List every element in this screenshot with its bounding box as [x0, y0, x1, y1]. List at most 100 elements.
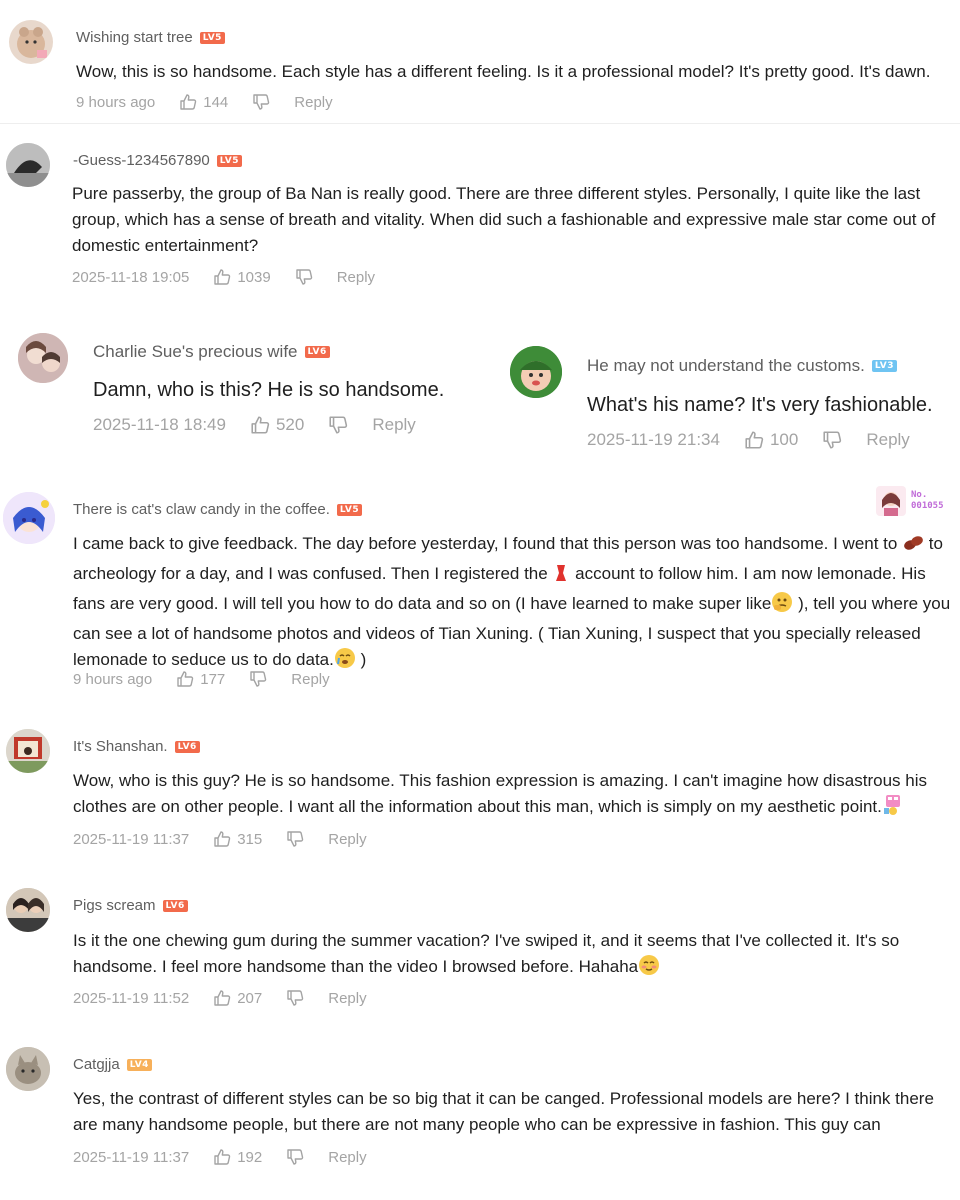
like-count: 520: [275, 415, 305, 434]
thumbs-down-icon: [286, 1148, 304, 1166]
comment-meta: 2025-11-19 11:37 315 Reply: [73, 830, 367, 848]
like-button[interactable]: 1039: [213, 268, 271, 286]
timestamp: 2025-11-18 19:05: [72, 268, 190, 286]
reply-button[interactable]: Reply: [328, 1149, 366, 1166]
reply-button[interactable]: Reply: [328, 831, 366, 848]
reply-button[interactable]: Reply: [372, 415, 415, 435]
username[interactable]: Pigs scream LV6: [73, 897, 188, 914]
avatar[interactable]: [510, 346, 562, 398]
level-badge: LV5: [336, 503, 363, 516]
like-button[interactable]: 207: [213, 989, 262, 1007]
username[interactable]: Charlie Sue's precious wife LV6: [93, 342, 330, 362]
level-badge: LV6: [174, 740, 200, 753]
sticker-emoji-icon: [882, 794, 904, 824]
timestamp: 2025-11-19 11:37: [73, 1148, 190, 1166]
like-count: 177: [200, 670, 226, 688]
username[interactable]: -Guess-1234567890 LV5: [73, 152, 242, 169]
level-badge: LV6: [162, 899, 188, 912]
reply-button[interactable]: Reply: [291, 671, 329, 688]
timestamp: 9 hours ago: [73, 670, 153, 688]
thumbs-up-icon: [213, 989, 231, 1007]
divider: [0, 123, 960, 124]
thumbs-down-icon: [295, 268, 313, 286]
reply-button[interactable]: Reply: [866, 430, 909, 450]
thumbs-down-icon: [286, 989, 304, 1007]
thumbs-up-icon: [250, 415, 270, 435]
thumbs-up-icon: [213, 1148, 231, 1166]
dislike-button[interactable]: [252, 93, 270, 111]
like-count: 315: [237, 830, 263, 848]
thumbs-down-icon: [822, 430, 842, 450]
comment-text: Pure passerby, the group of Ba Nan is re…: [72, 184, 936, 255]
like-count: 192: [237, 1148, 263, 1166]
level-badge: LV6: [304, 346, 330, 358]
red-book-app-icon: [552, 563, 570, 591]
like-button[interactable]: 315: [213, 830, 262, 848]
comment-meta: 2025-11-19 11:37 192 Reply: [73, 1148, 367, 1166]
username[interactable]: It's Shanshan. LV6: [73, 738, 200, 755]
blushing-face-emoji-icon: [638, 954, 660, 984]
dislike-button[interactable]: [328, 415, 348, 435]
like-button[interactable]: 192: [213, 1148, 262, 1166]
crying-face-emoji-icon: [334, 647, 356, 677]
thumbs-up-icon: [744, 430, 764, 450]
comment-text: I came back to give feedback. The day be…: [73, 531, 957, 677]
fan-badge-number: No. 001055: [911, 490, 944, 511]
thumbs-down-icon: [328, 415, 348, 435]
level-badge: LV5: [216, 154, 242, 167]
avatar[interactable]: [6, 143, 50, 187]
like-button[interactable]: 177: [176, 670, 225, 688]
like-button[interactable]: 100: [744, 430, 798, 450]
comment-text: What's his name? It's very fashionable.: [587, 394, 933, 416]
comment-text: Damn, who is this? He is so handsome.: [93, 379, 445, 401]
thumbs-up-icon: [176, 670, 194, 688]
like-count: 207: [237, 989, 263, 1007]
timestamp: 2025-11-19 11:37: [73, 830, 190, 848]
fan-badge-avatar: [876, 486, 906, 516]
avatar[interactable]: [6, 888, 50, 932]
timestamp: 2025-11-18 18:49: [93, 415, 226, 434]
avatar[interactable]: [6, 729, 50, 773]
thumbs-down-icon: [249, 670, 267, 688]
avatar[interactable]: [6, 1047, 50, 1091]
avatar[interactable]: [18, 333, 68, 383]
username[interactable]: There is cat's claw candy in the coffee.…: [73, 501, 363, 518]
comment-meta: 2025-11-18 18:49 520 Reply: [93, 415, 416, 435]
thumbs-up-icon: [213, 830, 231, 848]
comment-text: Wow, who is this guy? He is so handsome.…: [73, 768, 959, 824]
dislike-button[interactable]: [286, 830, 304, 848]
level-badge: LV3: [871, 360, 898, 372]
dislike-button[interactable]: [295, 268, 313, 286]
level-badge: LV4: [126, 1058, 152, 1071]
dislike-button[interactable]: [249, 670, 267, 688]
dislike-button[interactable]: [286, 1148, 304, 1166]
comment-meta: 2025-11-18 19:05 1039 Reply: [72, 268, 375, 286]
thinking-face-emoji-icon: [771, 591, 793, 621]
timestamp: 2025-11-19 11:52: [73, 989, 190, 1007]
like-count: 1039: [237, 268, 271, 286]
comment-text: Is it the one chewing gum during the sum…: [73, 928, 957, 984]
like-button[interactable]: 144: [179, 93, 228, 111]
reply-button[interactable]: Reply: [294, 94, 332, 111]
comment-meta: 9 hours ago 177 Reply: [73, 670, 330, 688]
bean-emoji-icon: [902, 533, 924, 561]
username[interactable]: Wishing start tree LV5: [76, 29, 225, 46]
level-badge: LV5: [199, 31, 225, 44]
reply-button[interactable]: Reply: [328, 990, 366, 1007]
timestamp: 2025-11-19 21:34: [587, 430, 720, 449]
username[interactable]: He may not understand the customs. LV3: [587, 356, 898, 376]
avatar[interactable]: [9, 20, 53, 64]
comment-text: Wow, this is so handsome. Each style has…: [76, 62, 931, 81]
timestamp: 9 hours ago: [76, 93, 156, 111]
dislike-button[interactable]: [822, 430, 842, 450]
thumbs-up-icon: [179, 93, 197, 111]
like-button[interactable]: 520: [250, 415, 304, 435]
avatar[interactable]: [3, 492, 55, 544]
dislike-button[interactable]: [286, 989, 304, 1007]
username[interactable]: Catgjja LV4: [73, 1056, 152, 1073]
comment-text: Yes, the contrast of different styles ca…: [73, 1089, 934, 1134]
thumbs-up-icon: [213, 268, 231, 286]
comment-meta: 2025-11-19 11:52 207 Reply: [73, 989, 367, 1007]
thumbs-down-icon: [286, 830, 304, 848]
reply-button[interactable]: Reply: [337, 269, 375, 286]
